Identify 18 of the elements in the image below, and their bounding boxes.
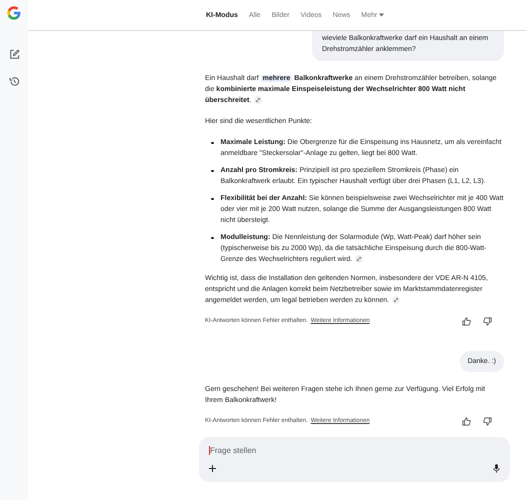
history-icon[interactable]: [8, 76, 20, 87]
link-icon[interactable]: [254, 96, 262, 104]
bullet-icon: [211, 142, 214, 144]
bullet-icon: [211, 170, 214, 172]
thumbs-down-icon[interactable]: [483, 417, 492, 426]
edit-icon[interactable]: [8, 49, 20, 60]
google-logo-icon[interactable]: [6, 5, 22, 21]
link-icon[interactable]: [392, 296, 400, 304]
caret-icon: [379, 13, 384, 17]
microphone-icon[interactable]: [493, 464, 500, 473]
link-icon[interactable]: [355, 255, 364, 264]
bullet-icon: [211, 236, 214, 239]
plus-icon[interactable]: [209, 465, 216, 472]
thumbs-up-icon[interactable]: [462, 317, 471, 326]
bullet-icon: [211, 198, 214, 200]
thumbs-up-icon[interactable]: [462, 417, 471, 426]
question-input[interactable]: Frage stellen: [209, 446, 500, 455]
thumbs-down-icon[interactable]: [483, 317, 492, 326]
